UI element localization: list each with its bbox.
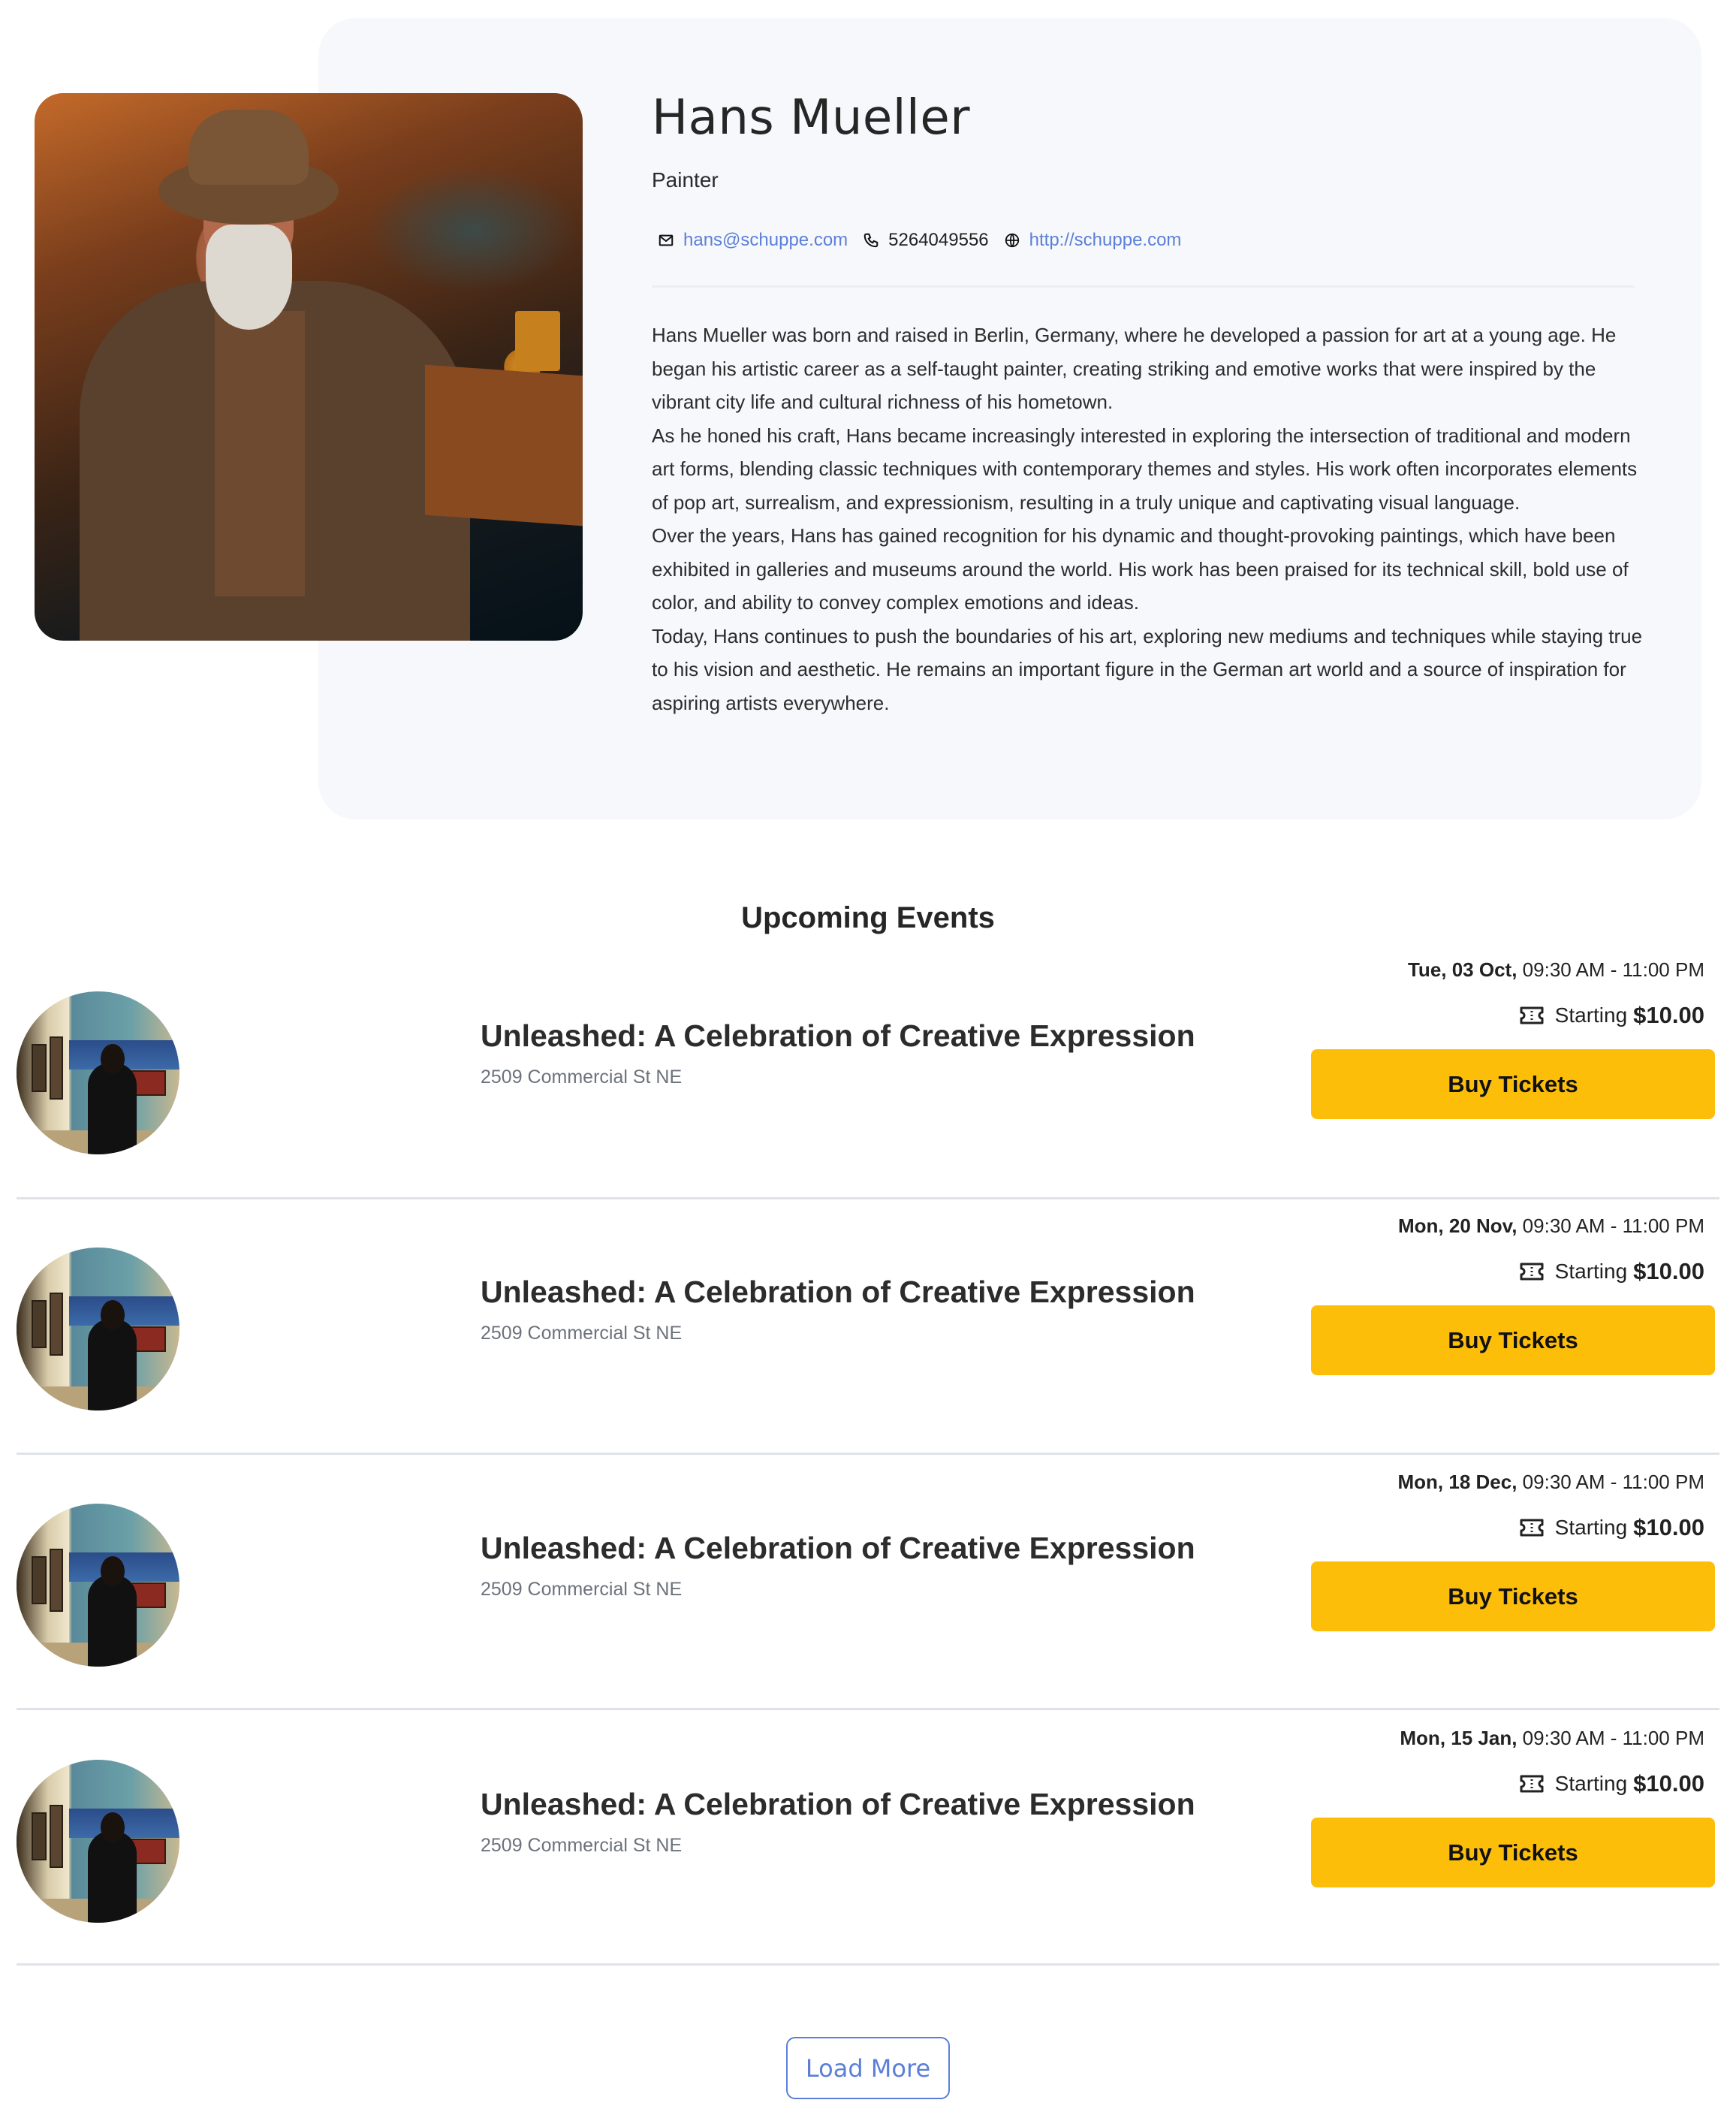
profile-divider: [652, 285, 1634, 288]
thumb-frame: [32, 1556, 47, 1604]
event-row: Unleashed: A Celebration of Creative Exp…: [0, 1454, 1736, 1709]
ticket-icon: [1520, 1263, 1544, 1281]
event-datetime: Mon, 18 Dec, 09:30 AM - 11:00 PM: [1398, 1471, 1705, 1494]
thumb-person: [88, 1063, 137, 1154]
event-address: 2509 Commercial St NE: [481, 1835, 683, 1856]
artist-role: Painter: [652, 168, 719, 192]
load-more-button[interactable]: Load More: [786, 2037, 950, 2099]
event-title[interactable]: Unleashed: A Celebration of Creative Exp…: [481, 1787, 1195, 1822]
event-date: Mon, 18 Dec,: [1397, 1471, 1517, 1493]
event-row: Unleashed: A Celebration of Creative Exp…: [0, 1710, 1736, 1966]
event-datetime: Tue, 03 Oct, 09:30 AM - 11:00 PM: [1408, 958, 1704, 982]
thumb-frame: [32, 1300, 47, 1348]
bio-paragraph: Over the years, Hans has gained recognit…: [652, 524, 1629, 614]
artist-bio: Hans Mueller was born and raised in Berl…: [652, 318, 1643, 720]
thumb-frame: [32, 1812, 47, 1860]
thumb-frame: [50, 1805, 63, 1868]
event-thumbnail[interactable]: [17, 1760, 179, 1923]
event-time: 09:30 AM - 11:00 PM: [1522, 1727, 1704, 1749]
ticket-icon: [1520, 1775, 1544, 1793]
bio-paragraph: Hans Mueller was born and raised in Berl…: [652, 324, 1617, 413]
event-row: Unleashed: A Celebration of Creative Exp…: [0, 1198, 1736, 1453]
event-price: Starting $10.00: [1519, 1770, 1704, 1797]
event-separator: [17, 1963, 1719, 1966]
thumb-head: [101, 1044, 125, 1074]
buy-tickets-button[interactable]: Buy Tickets: [1311, 1305, 1715, 1375]
event-price: Starting $10.00: [1519, 1258, 1704, 1285]
price-label: Starting: [1554, 1003, 1628, 1027]
bio-paragraph: As he honed his craft, Hans became incre…: [652, 424, 1638, 514]
ticket-icon: [1520, 1006, 1544, 1024]
email-link[interactable]: hans@schuppe.com: [683, 230, 848, 251]
event-title[interactable]: Unleashed: A Celebration of Creative Exp…: [481, 1018, 1195, 1054]
price-label: Starting: [1554, 1260, 1628, 1283]
portrait-hat-top: [188, 110, 309, 185]
event-title[interactable]: Unleashed: A Celebration of Creative Exp…: [481, 1531, 1195, 1566]
buy-tickets-button[interactable]: Buy Tickets: [1311, 1561, 1715, 1631]
event-thumbnail[interactable]: [17, 1248, 179, 1411]
buy-tickets-button[interactable]: Buy Tickets: [1311, 1818, 1715, 1887]
price-amount: $10.00: [1633, 1514, 1704, 1540]
event-time: 09:30 AM - 11:00 PM: [1522, 1214, 1704, 1237]
phone-number: 5264049556: [888, 230, 989, 250]
thumb-frame: [32, 1044, 47, 1092]
thumb-head: [101, 1300, 125, 1330]
portrait-table: [425, 364, 583, 528]
event-datetime: Mon, 15 Jan, 09:30 AM - 11:00 PM: [1400, 1727, 1704, 1750]
price-amount: $10.00: [1633, 1258, 1704, 1284]
event-address: 2509 Commercial St NE: [481, 1067, 683, 1088]
price-label: Starting: [1554, 1516, 1628, 1539]
contact-phone: 5264049556: [863, 230, 989, 251]
thumb-person: [88, 1319, 137, 1411]
event-row: Unleashed: A Celebration of Creative Exp…: [0, 942, 1736, 1197]
phone-icon: [863, 233, 879, 248]
event-thumbnail[interactable]: [17, 1504, 179, 1667]
buy-tickets-button[interactable]: Buy Tickets: [1311, 1049, 1715, 1119]
event-time: 09:30 AM - 11:00 PM: [1522, 1471, 1704, 1493]
mail-icon: [659, 234, 674, 246]
bio-paragraph: Today, Hans continues to push the bounda…: [652, 624, 1643, 714]
artist-name: Hans Mueller: [652, 90, 970, 146]
thumb-head: [101, 1812, 125, 1842]
event-address: 2509 Commercial St NE: [481, 1579, 683, 1600]
event-title[interactable]: Unleashed: A Celebration of Creative Exp…: [481, 1275, 1195, 1310]
contact-email: hans@schuppe.com: [658, 230, 848, 251]
artist-portrait: [35, 93, 583, 641]
thumb-frame: [50, 1549, 63, 1612]
thumb-frame: [50, 1293, 63, 1356]
website-link[interactable]: http://schuppe.com: [1029, 230, 1182, 251]
portrait-beer: [515, 311, 560, 371]
event-date: Mon, 15 Jan,: [1400, 1727, 1517, 1749]
event-date: Mon, 20 Nov,: [1398, 1214, 1517, 1237]
globe-icon: [1005, 233, 1019, 248]
event-thumbnail[interactable]: [17, 991, 179, 1154]
event-time: 09:30 AM - 11:00 PM: [1522, 958, 1704, 981]
price-amount: $10.00: [1633, 1770, 1704, 1797]
ticket-icon: [1520, 1519, 1544, 1537]
thumb-frame: [50, 1036, 63, 1100]
thumb-person: [88, 1831, 137, 1923]
thumb-person: [88, 1575, 137, 1667]
contact-row: hans@schuppe.com 5264049556 http://schup…: [658, 230, 1196, 251]
event-date: Tue, 03 Oct,: [1407, 958, 1517, 981]
event-datetime: Mon, 20 Nov, 09:30 AM - 11:00 PM: [1398, 1214, 1704, 1238]
thumb-head: [101, 1556, 125, 1586]
portrait-vest: [215, 311, 305, 596]
event-address: 2509 Commercial St NE: [481, 1323, 683, 1344]
event-price: Starting $10.00: [1519, 1002, 1704, 1029]
event-price: Starting $10.00: [1519, 1514, 1704, 1541]
upcoming-events-heading: Upcoming Events: [741, 901, 995, 934]
price-label: Starting: [1554, 1772, 1628, 1795]
portrait-beard: [206, 225, 292, 330]
price-amount: $10.00: [1633, 1002, 1704, 1028]
contact-website: http://schuppe.com: [1004, 230, 1182, 251]
